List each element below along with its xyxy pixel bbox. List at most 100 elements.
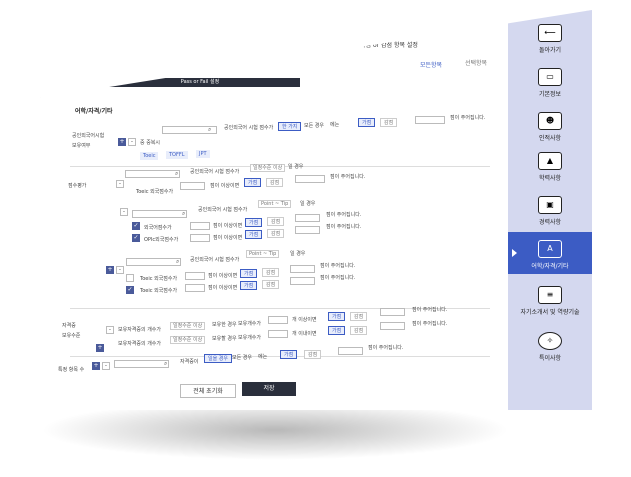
points-input-3b[interactable]	[295, 226, 320, 234]
checkbox-4a[interactable]	[126, 274, 134, 282]
label-holding: 보유여부	[72, 143, 91, 149]
bonus-button[interactable]: 가점	[358, 118, 376, 127]
checkbox-3b[interactable]: ✓	[132, 234, 140, 242]
score-input-3a[interactable]	[190, 222, 210, 230]
remove-button-2[interactable]: -	[116, 180, 124, 188]
row6-option1[interactable]: 일을 경우	[204, 354, 232, 363]
score-input-3b[interactable]	[190, 234, 210, 242]
row5-mid2: 보유할 경우	[212, 336, 237, 342]
points-input-3a[interactable]	[295, 214, 320, 222]
row5-result-a: 점이 주어집니다.	[412, 307, 448, 313]
page-title: 가점 or 감점 항목 설정	[360, 42, 418, 49]
row2-toeic-label: Toeic 외국점수가	[136, 189, 174, 195]
points-input-4a[interactable]	[290, 265, 315, 273]
graduation-cap-icon: ▲	[538, 152, 562, 170]
sidebar-item-special[interactable]: ✧ 특이사항	[512, 332, 588, 362]
checkbox-3a[interactable]: ✓	[132, 222, 140, 230]
range-select-4[interactable]: Point ~ Tip	[246, 250, 280, 258]
minus-button-5b[interactable]: 감점	[350, 326, 368, 335]
sidebar-item-label: 경력사항	[538, 219, 562, 226]
row3-l1: 외국어점수가	[144, 225, 172, 231]
sidebar-item-career[interactable]: ▣ 경력사항	[512, 196, 588, 226]
save-button[interactable]: 저장	[242, 382, 296, 396]
minus-button-3b[interactable]: 감점	[267, 229, 285, 238]
sidebar-item-back[interactable]: ⟵ 돌아가기	[512, 24, 588, 54]
section-title: 어학/자격/기타	[75, 108, 113, 115]
points-input-4b[interactable]	[290, 277, 315, 285]
sidebar-item-cover-letter[interactable]: ≡ 자기소개서 및 역량기술	[512, 286, 588, 316]
bonus-button-4a[interactable]: 가점	[240, 269, 258, 278]
add-button[interactable]: +	[118, 138, 126, 146]
minus-button-2[interactable]: 감점	[266, 178, 284, 187]
sidebar-item-personal[interactable]: ☻ 인적사항	[512, 112, 588, 142]
sidebar-item-language[interactable]: A 어학/자격/기타	[512, 240, 588, 270]
row5-result-b: 점이 주어집니다.	[412, 321, 448, 327]
search-input-6[interactable]	[114, 360, 169, 368]
points-input-2[interactable]	[295, 175, 325, 183]
bonus-button-6[interactable]: 가점	[280, 350, 298, 359]
bonus-button-2[interactable]: 가점	[244, 178, 262, 187]
sidebar-item-label: 자기소개서 및 역량기술	[520, 309, 580, 316]
level-select-5b[interactable]: 일정수준 이상	[170, 336, 206, 344]
tag-toffl[interactable]: TOFFL	[166, 151, 188, 159]
level-select-5a[interactable]: 일정수준 이상	[170, 322, 206, 330]
count-input-5a[interactable]	[268, 316, 288, 324]
label-cert-holding: 보유수준	[62, 333, 81, 339]
bonus-button-3a[interactable]: 가점	[245, 218, 263, 227]
add-button-5[interactable]: +	[96, 344, 104, 352]
bonus-button-4b[interactable]: 가점	[240, 281, 258, 290]
tag-jpt[interactable]: JPT	[196, 150, 210, 158]
checkbox-4b[interactable]: ✓	[126, 286, 134, 294]
row3-result-b: 점이 주어집니다.	[326, 224, 362, 230]
tab-selected-items[interactable]: 선택항목	[465, 58, 487, 67]
tab-all-items[interactable]: 모든항목	[420, 60, 442, 69]
remove-button[interactable]: -	[128, 138, 136, 146]
bonus-button-3b[interactable]: 가점	[245, 230, 263, 239]
add-button-4[interactable]: +	[106, 266, 114, 274]
row4-cond: 일 경우	[290, 251, 306, 257]
minus-button-4b[interactable]: 감점	[262, 280, 280, 289]
lightbulb-icon: ✧	[538, 332, 562, 350]
points-input-5a[interactable]	[380, 308, 405, 316]
search-icon-4: ⌕	[176, 258, 180, 265]
sidebar-item-education[interactable]: ▲ 학력사항	[512, 152, 588, 182]
level-select[interactable]: 일정수준 이상	[250, 164, 286, 172]
search-input-4[interactable]	[126, 258, 181, 266]
one-option-button[interactable]: 한 가지	[278, 122, 302, 131]
tag-toeic[interactable]: Toeic	[140, 152, 159, 160]
add-button-6[interactable]: +	[92, 362, 100, 370]
search-input-3[interactable]	[132, 210, 187, 218]
label-cert: 자격증	[62, 323, 76, 329]
multiselect-label: 중 중복시	[140, 140, 160, 146]
score-input-4b[interactable]	[185, 284, 205, 292]
search-input-2[interactable]	[125, 170, 180, 178]
remove-button-4[interactable]: -	[116, 266, 124, 274]
row3-l2: OPIc외국점수가	[144, 237, 179, 243]
reset-button[interactable]: 전체 초기화	[180, 384, 236, 398]
range-select[interactable]: Point ~ Tip	[258, 200, 292, 208]
minus-button-4a[interactable]: 감점	[262, 268, 280, 277]
remove-button-5[interactable]: -	[106, 326, 114, 334]
row2-question: 공인외국어 시험 점수가	[190, 169, 240, 175]
points-input-6[interactable]	[338, 347, 363, 355]
minus-button-3a[interactable]: 감점	[267, 217, 285, 226]
row4-question: 공인외국어 시험 점수가	[190, 257, 240, 263]
row2-result: 점이 주어집니다.	[330, 174, 366, 180]
minus-button[interactable]: 감점	[380, 118, 398, 127]
minus-button-5a[interactable]: 감점	[350, 312, 368, 321]
sidebar-item-basic-info[interactable]: ▭ 기본정보	[512, 68, 588, 98]
score-input[interactable]	[180, 182, 205, 190]
remove-button-3[interactable]: -	[120, 208, 128, 216]
sidebar-item-language-active[interactable]: A 어학/자격/기타	[508, 232, 592, 274]
remove-button-6[interactable]: -	[102, 362, 110, 370]
bonus-button-5b[interactable]: 가점	[328, 326, 346, 335]
row6-question: 자격증이	[180, 359, 199, 365]
count-input-5b[interactable]	[268, 330, 288, 338]
bonus-button-5a[interactable]: 가점	[328, 312, 346, 321]
minus-button-6[interactable]: 감점	[304, 350, 322, 359]
row3-cond: 일 경우	[300, 201, 316, 207]
points-input[interactable]	[415, 116, 445, 124]
points-input-5b[interactable]	[380, 322, 405, 330]
row1-question: 공인외국어 시험 점수가	[224, 125, 274, 131]
score-input-4a[interactable]	[185, 272, 205, 280]
